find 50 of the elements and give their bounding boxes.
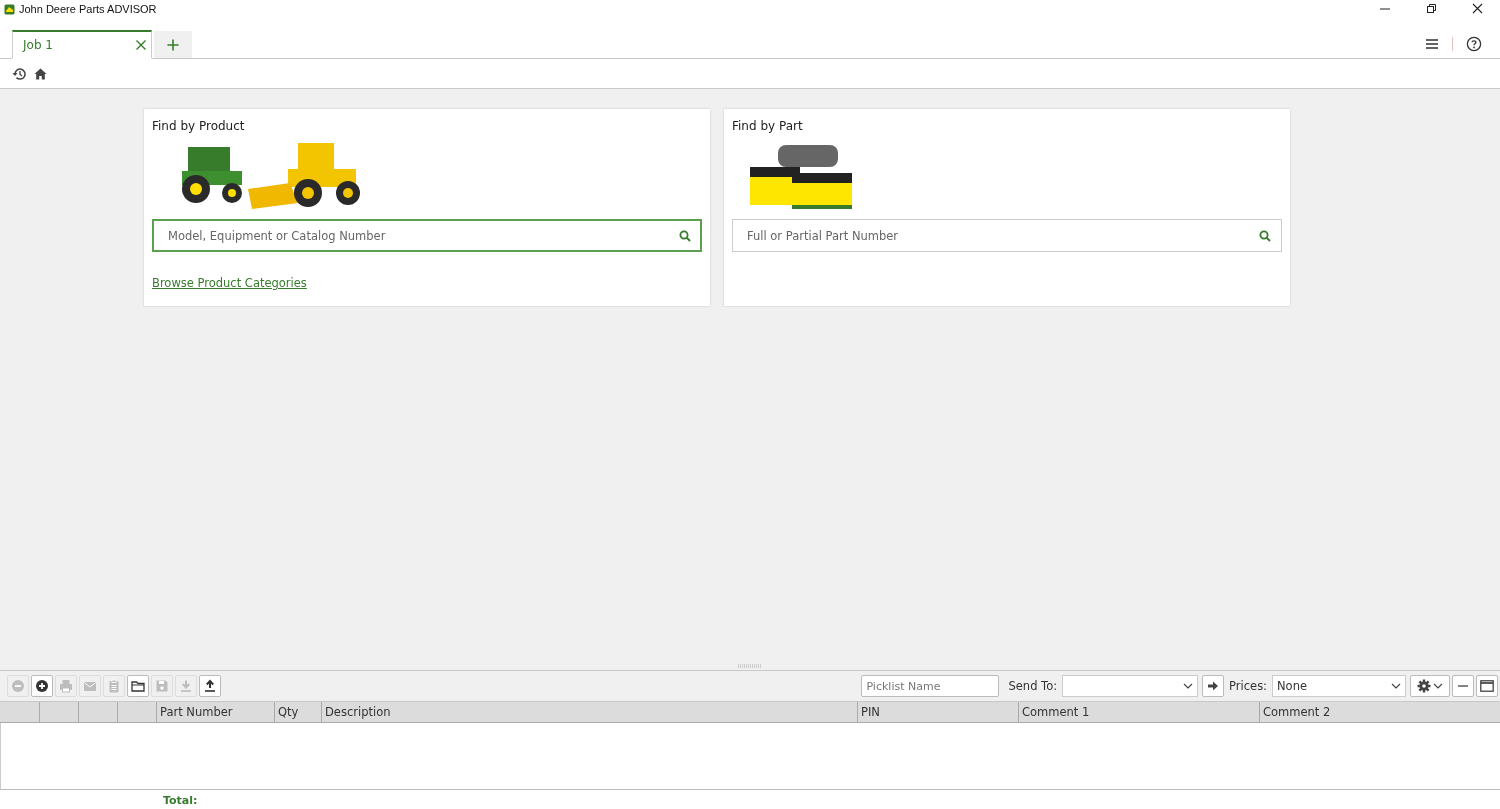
prices-dropdown[interactable]: None	[1272, 675, 1406, 697]
help-icon[interactable]	[1466, 35, 1482, 52]
splitter-grip-icon[interactable]	[737, 664, 763, 668]
chevron-down-icon	[1391, 683, 1401, 689]
toolbar-button[interactable]	[199, 675, 221, 697]
search-field[interactable]: Model, Equipment or Catalog Number	[152, 219, 702, 252]
browse-link[interactable]: Browse Product Categories	[152, 276, 307, 290]
total-label: Total:	[162, 793, 199, 809]
folder-icon	[131, 679, 145, 693]
toolbar-button[interactable]	[31, 675, 53, 697]
toolbar-button[interactable]	[127, 675, 149, 697]
card-title: Find by Part	[732, 119, 804, 133]
download-icon	[179, 679, 193, 693]
search-icon[interactable]	[1259, 230, 1271, 242]
home-icon[interactable]	[34, 67, 47, 80]
settings-icon	[1417, 679, 1431, 693]
new-tab-button[interactable]	[154, 31, 192, 58]
arrow-right-icon	[1207, 680, 1220, 692]
minus-circle-icon	[11, 679, 25, 693]
plus-circle-icon	[35, 679, 49, 693]
column-header[interactable]: Part Number	[157, 702, 275, 722]
card-title: Find by Product	[152, 119, 246, 133]
close-icon[interactable]	[135, 39, 147, 51]
upload-icon	[203, 679, 217, 693]
search-icon[interactable]	[679, 230, 691, 242]
app-logo-icon	[4, 3, 15, 15]
send-button[interactable]	[1202, 675, 1225, 697]
clipboard-icon	[107, 679, 121, 693]
tab[interactable]: Job 1	[12, 30, 152, 59]
send-to-label: Send To:	[1008, 679, 1058, 693]
history-icon[interactable]	[12, 66, 26, 81]
picklist-name-field[interactable]: Picklist Name	[861, 675, 1000, 697]
column-header[interactable]: PIN	[858, 702, 1019, 722]
minimize-panel-button[interactable]	[1452, 675, 1474, 697]
envelope-icon	[83, 679, 97, 693]
chevron-down-icon	[1183, 683, 1194, 689]
menu-icon[interactable]	[1425, 37, 1439, 50]
search-field[interactable]: Full or Partial Part Number	[732, 219, 1282, 252]
settings-button[interactable]	[1410, 675, 1450, 697]
chevron-down-icon	[1433, 683, 1443, 689]
column-header[interactable]: Qty	[275, 702, 322, 722]
column-header[interactable]: Comment 1	[1019, 702, 1260, 722]
printer-icon	[59, 679, 73, 693]
window-icon	[1480, 680, 1494, 692]
maximize-panel-button[interactable]	[1476, 675, 1498, 697]
prices-label: Prices:	[1229, 679, 1267, 693]
window-title: John Deere Parts ADVISOR	[19, 3, 157, 15]
column-header[interactable]: Description	[322, 702, 858, 722]
plus-icon	[167, 38, 179, 51]
column-header[interactable]: Comment 2	[1260, 702, 1500, 722]
